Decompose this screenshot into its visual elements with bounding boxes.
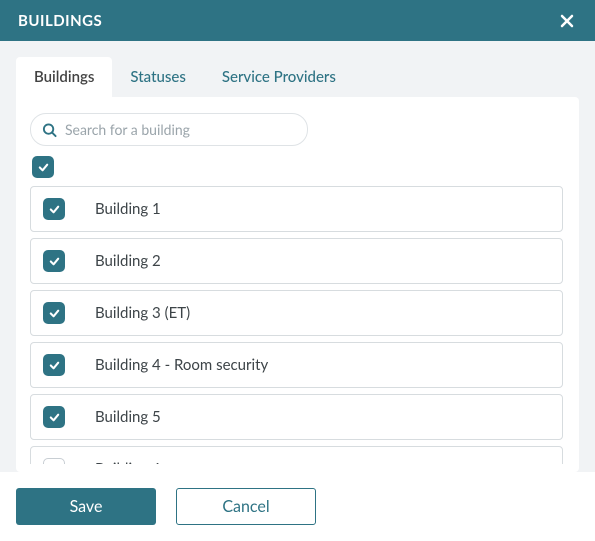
building-label: Building 3 (ET) — [95, 304, 190, 322]
check-icon — [48, 203, 61, 216]
building-checkbox[interactable] — [43, 302, 65, 324]
list-item[interactable]: Building 2 — [30, 238, 563, 284]
close-icon — [560, 14, 574, 28]
close-button[interactable] — [557, 11, 577, 31]
building-checkbox[interactable] — [43, 198, 65, 220]
list-item[interactable]: Building 3 (ET) — [30, 290, 563, 336]
building-list[interactable]: Building 1 Building 2 Building 3 (ET) Build… — [30, 186, 565, 464]
check-icon — [48, 307, 61, 320]
save-button[interactable]: Save — [16, 488, 156, 525]
check-icon — [48, 255, 61, 268]
select-all-row — [30, 156, 565, 186]
modal-titlebar: BUILDINGS — [0, 0, 595, 41]
search-input[interactable] — [30, 113, 308, 146]
search-wrap — [30, 113, 565, 146]
tab-panel-buildings: Building 1 Building 2 Building 3 (ET) Build… — [16, 97, 579, 472]
check-icon — [48, 411, 61, 424]
check-icon — [48, 359, 61, 372]
list-item[interactable]: Building 6 — [30, 446, 563, 464]
list-item[interactable]: Building 4 - Room security — [30, 342, 563, 388]
building-checkbox[interactable] — [43, 458, 65, 464]
check-icon — [37, 161, 50, 174]
building-checkbox[interactable] — [43, 354, 65, 376]
building-label: Building 5 — [95, 408, 161, 426]
cancel-button[interactable]: Cancel — [176, 488, 316, 525]
list-item[interactable]: Building 1 — [30, 186, 563, 232]
modal-footer: Save Cancel — [0, 472, 595, 541]
tab-service-providers[interactable]: Service Providers — [204, 57, 354, 97]
building-checkbox[interactable] — [43, 250, 65, 272]
tab-statuses[interactable]: Statuses — [112, 57, 203, 97]
select-all-checkbox[interactable] — [32, 156, 54, 178]
building-checkbox[interactable] — [43, 406, 65, 428]
tab-bar: Buildings Statuses Service Providers — [16, 57, 579, 97]
building-label: Building 1 — [95, 200, 161, 218]
search-icon — [42, 122, 57, 137]
building-label: Building 6 — [95, 460, 161, 464]
building-label: Building 4 - Room security — [95, 356, 268, 374]
modal-body: Buildings Statuses Service Providers Bui… — [0, 41, 595, 472]
building-label: Building 2 — [95, 252, 161, 270]
tab-buildings[interactable]: Buildings — [16, 57, 112, 97]
modal-title: BUILDINGS — [18, 12, 102, 30]
list-item[interactable]: Building 5 — [30, 394, 563, 440]
